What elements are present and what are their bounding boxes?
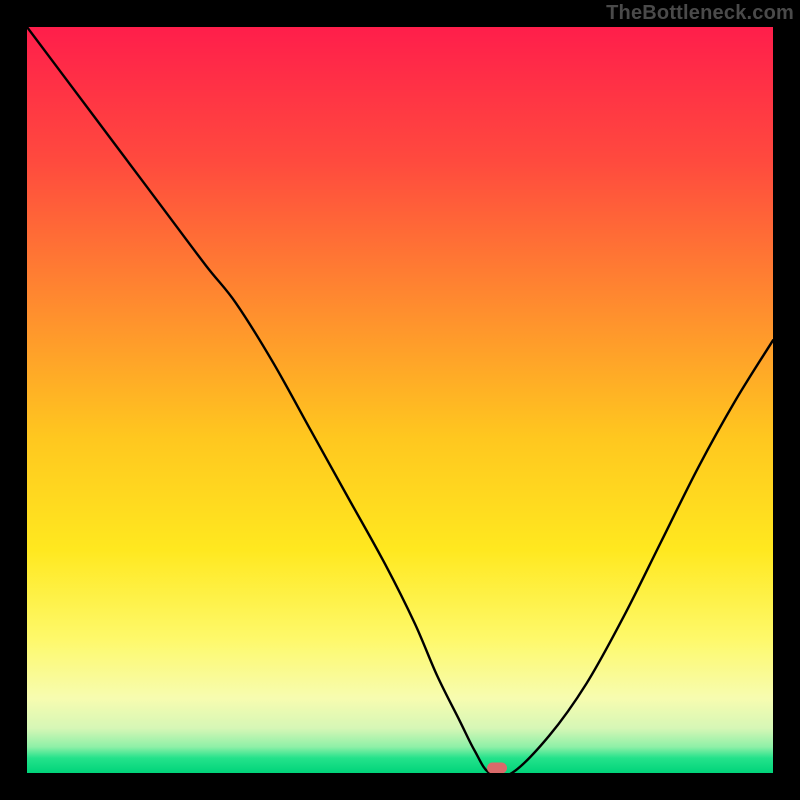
chart-stage: TheBottleneck.com xyxy=(0,0,800,800)
watermark-text: TheBottleneck.com xyxy=(606,2,794,25)
optimal-point-marker xyxy=(487,763,507,774)
bottleneck-curve xyxy=(27,27,773,773)
plot-area xyxy=(27,27,773,773)
